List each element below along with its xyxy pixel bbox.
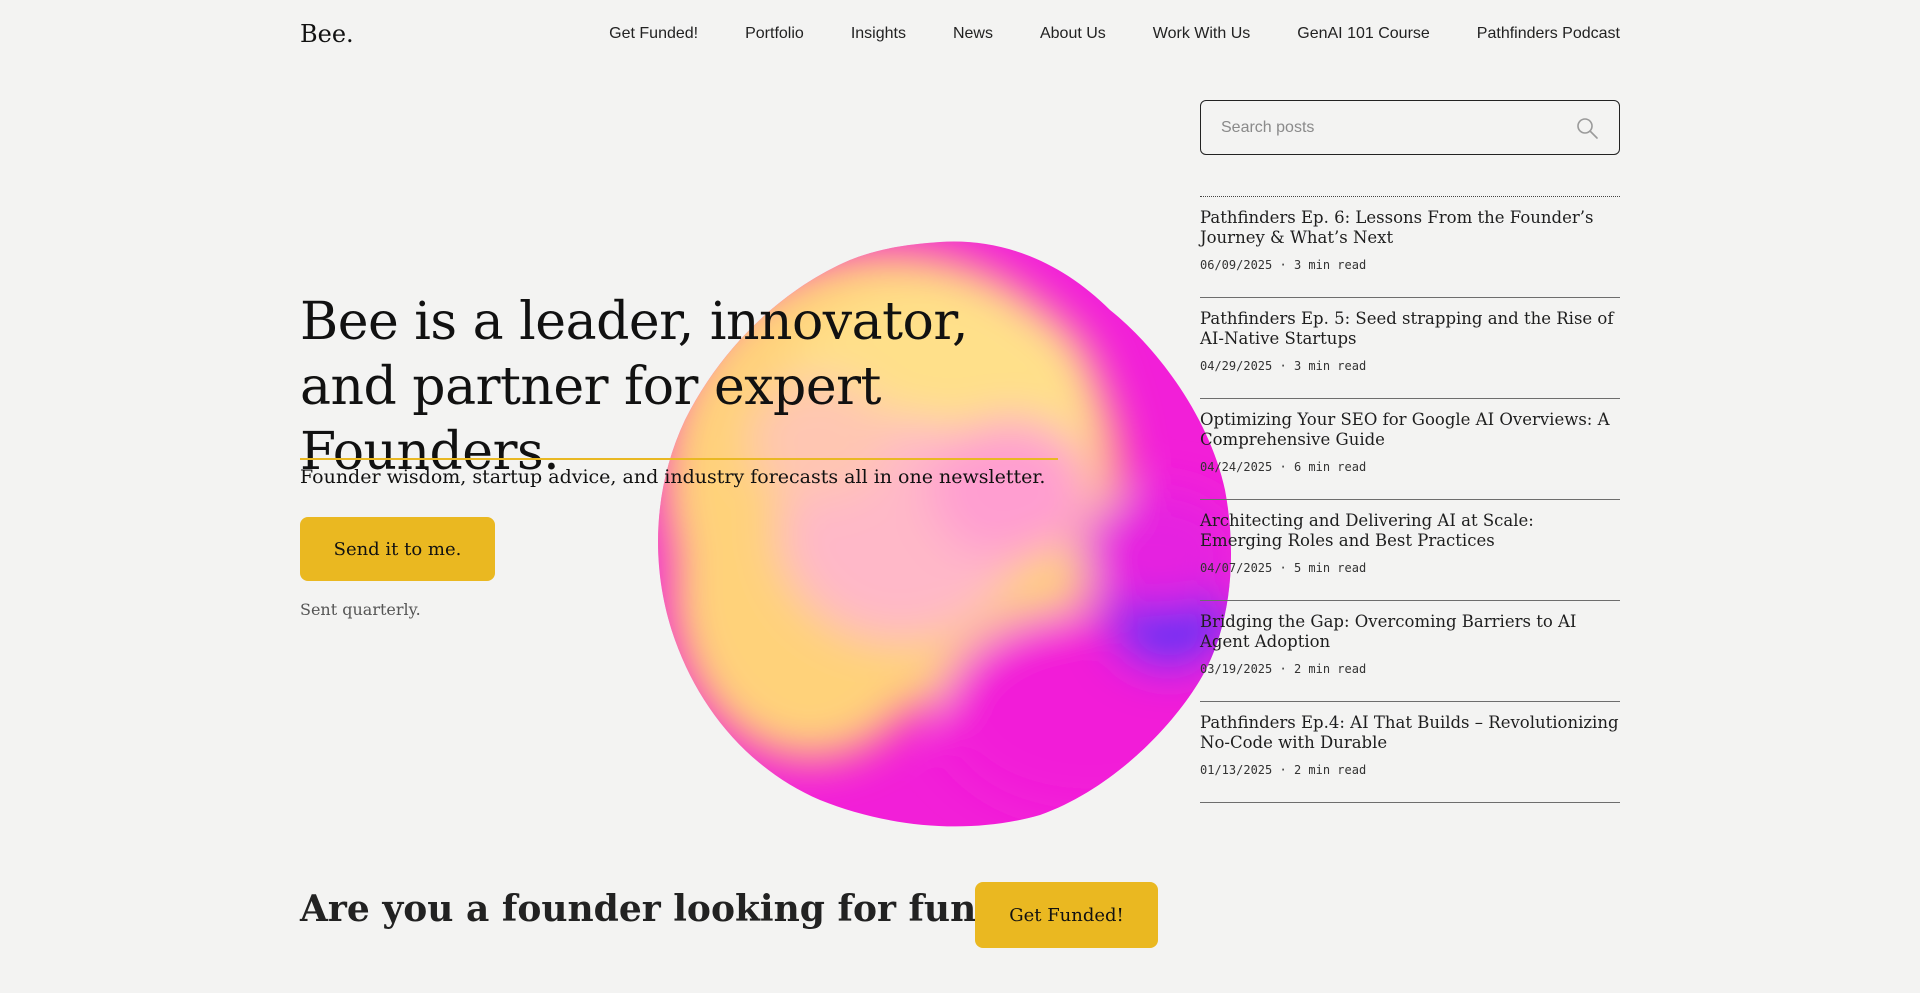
search-input[interactable]	[1201, 101, 1561, 154]
post-meta: 04/07/2025 · 5 min read	[1200, 561, 1367, 575]
hero-divider	[300, 458, 1058, 460]
post-date: 03/19/2025	[1200, 662, 1273, 676]
nav-insights[interactable]: Insights	[851, 25, 906, 43]
post-date: 06/09/2025	[1200, 258, 1273, 272]
post-item[interactable]: Bridging the Gap: Overcoming Barriers to…	[1200, 601, 1620, 702]
hero-subtitle: Founder wisdom, startup advice, and indu…	[300, 466, 1046, 488]
post-meta: 04/29/2025 · 3 min read	[1200, 359, 1367, 373]
post-meta: 04/24/2025 · 6 min read	[1200, 460, 1367, 474]
send-it-to-me-button[interactable]: Send it to me.	[300, 517, 495, 581]
post-date: 01/13/2025	[1200, 763, 1273, 777]
post-title[interactable]: Pathfinders Ep. 5: Seed strapping and th…	[1200, 309, 1620, 349]
funding-question: Are you a founder looking for funding?	[300, 888, 1088, 930]
post-title[interactable]: Pathfinders Ep. 6: Lessons From the Foun…	[1200, 208, 1620, 248]
nav-portfolio[interactable]: Portfolio	[745, 25, 804, 43]
nav-genai-course[interactable]: GenAI 101 Course	[1297, 25, 1430, 43]
nav-news[interactable]: News	[953, 25, 993, 43]
post-item[interactable]: Architecting and Delivering AI at Scale:…	[1200, 500, 1620, 601]
main-nav: Get Funded! Portfolio Insights News Abou…	[609, 25, 1620, 43]
nav-get-funded[interactable]: Get Funded!	[609, 25, 698, 43]
newsletter-frequency-note: Sent quarterly.	[300, 600, 421, 619]
post-read-time: 6 min read	[1293, 460, 1367, 474]
post-meta: 06/09/2025 · 3 min read	[1200, 258, 1367, 272]
post-read-time: 2 min read	[1293, 662, 1367, 676]
post-read-time: 3 min read	[1293, 258, 1367, 272]
page: Bee. Get Funded! Portfolio Insights News…	[0, 0, 1920, 993]
post-date: 04/24/2025	[1200, 460, 1273, 474]
search-icon[interactable]	[1575, 116, 1599, 140]
post-meta: 01/13/2025 · 2 min read	[1200, 763, 1367, 777]
post-title[interactable]: Architecting and Delivering AI at Scale:…	[1200, 511, 1620, 551]
post-meta: 03/19/2025 · 2 min read	[1200, 662, 1367, 676]
post-item[interactable]: Pathfinders Ep.4: AI That Builds – Revol…	[1200, 702, 1620, 803]
nav-work-with-us[interactable]: Work With Us	[1153, 25, 1250, 43]
nav-pathfinders-podcast[interactable]: Pathfinders Podcast	[1477, 25, 1620, 43]
post-read-time: 3 min read	[1293, 359, 1367, 373]
recent-posts-list: Pathfinders Ep. 6: Lessons From the Foun…	[1200, 196, 1620, 803]
post-read-time: 2 min read	[1293, 763, 1367, 777]
site-logo[interactable]: Bee.	[300, 20, 354, 48]
nav-about-us[interactable]: About Us	[1040, 25, 1106, 43]
post-item[interactable]: Optimizing Your SEO for Google AI Overvi…	[1200, 399, 1620, 500]
post-item[interactable]: Pathfinders Ep. 5: Seed strapping and th…	[1200, 298, 1620, 399]
hero-title: Bee is a leader, innovator, and partner …	[300, 292, 969, 482]
search-box	[1200, 100, 1620, 155]
post-item[interactable]: Pathfinders Ep. 6: Lessons From the Foun…	[1200, 197, 1620, 298]
post-title[interactable]: Bridging the Gap: Overcoming Barriers to…	[1200, 612, 1620, 652]
post-title[interactable]: Optimizing Your SEO for Google AI Overvi…	[1200, 410, 1620, 450]
post-read-time: 5 min read	[1293, 561, 1367, 575]
post-date: 04/07/2025	[1200, 561, 1273, 575]
post-title[interactable]: Pathfinders Ep.4: AI That Builds – Revol…	[1200, 713, 1620, 753]
post-date: 04/29/2025	[1200, 359, 1273, 373]
get-funded-button[interactable]: Get Funded!	[975, 882, 1158, 948]
